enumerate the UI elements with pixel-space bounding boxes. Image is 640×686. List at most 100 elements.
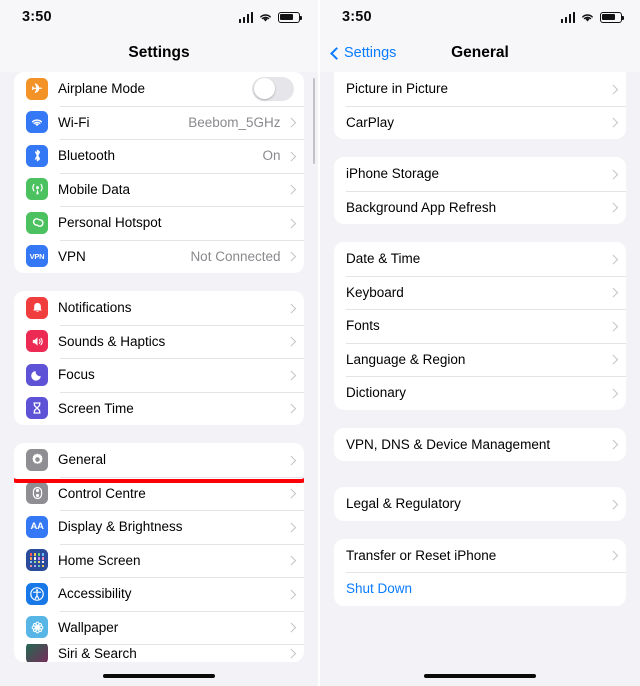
chevron-right-icon xyxy=(608,321,618,331)
accessibility-icon xyxy=(26,582,48,605)
settings-row-dictionary[interactable]: Dictionary xyxy=(334,376,626,410)
chevron-right-icon xyxy=(286,303,296,313)
settings-row-control-centre[interactable]: Control Centre xyxy=(14,476,304,511)
row-label: Mobile Data xyxy=(58,181,131,197)
chevron-right-icon xyxy=(286,184,296,194)
row-label: Bluetooth xyxy=(58,148,116,164)
chevron-right-icon xyxy=(286,370,296,380)
row-value: On xyxy=(262,148,281,164)
row-label: Background App Refresh xyxy=(346,199,497,215)
settings-row-bluetooth[interactable]: Bluetooth On xyxy=(14,139,304,173)
sounds-speaker-icon xyxy=(26,330,48,353)
chevron-right-icon xyxy=(286,622,296,632)
row-label: Wallpaper xyxy=(58,619,119,635)
chevron-right-icon xyxy=(286,151,296,161)
group-system: General Control Centre AA Display & Brig… xyxy=(14,443,304,662)
settings-row-date-time[interactable]: Date & Time xyxy=(334,242,626,276)
notifications-bell-icon xyxy=(26,296,48,319)
settings-row-transfer-or-reset-iphone[interactable]: Transfer or Reset iPhone xyxy=(334,539,626,573)
settings-row-personal-hotspot[interactable]: Personal Hotspot xyxy=(14,206,304,240)
nav-bar-right: Settings General xyxy=(320,34,640,72)
status-time: 3:50 xyxy=(342,9,372,25)
group-vpn-management: VPN, DNS & Device Management xyxy=(334,427,626,462)
bluetooth-icon xyxy=(26,144,48,167)
back-button[interactable]: Settings xyxy=(330,45,396,61)
row-label: Notifications xyxy=(58,300,132,316)
screen-time-hourglass-icon xyxy=(26,397,48,420)
settings-row-home-screen[interactable]: Home Screen xyxy=(14,543,304,578)
settings-row-iphone-storage[interactable]: iPhone Storage xyxy=(334,157,626,191)
chevron-right-icon xyxy=(608,439,618,449)
row-label: Accessibility xyxy=(58,586,132,602)
group-alerts: Notifications Sounds & Haptics Focus Scr… xyxy=(14,291,304,425)
group-media: Picture in Picture CarPlay xyxy=(334,72,626,139)
group-locale: Date & Time Keyboard Fonts Language & Re… xyxy=(334,242,626,410)
battery-icon xyxy=(600,11,625,23)
page-title: Settings xyxy=(128,44,190,61)
settings-row-language-region[interactable]: Language & Region xyxy=(334,342,626,377)
row-label: Wi-Fi xyxy=(58,114,90,130)
dual-phone-screenshot: 3:50 Settings ✈ Airplane Mode Wi-Fi Beeb… xyxy=(0,0,640,686)
general-list[interactable]: Picture in Picture CarPlay iPhone Storag… xyxy=(320,72,640,686)
settings-row-general[interactable]: General xyxy=(14,443,304,477)
cellular-bars-icon xyxy=(560,11,575,23)
settings-screen: 3:50 Settings ✈ Airplane Mode Wi-Fi Beeb… xyxy=(0,0,320,686)
chevron-right-icon xyxy=(286,522,296,532)
chevron-right-icon xyxy=(608,117,618,127)
scroll-indicator[interactable] xyxy=(312,78,315,164)
control-centre-icon xyxy=(26,482,48,505)
row-label: Transfer or Reset iPhone xyxy=(346,547,497,563)
row-label: VPN, DNS & Device Management xyxy=(346,436,551,452)
chevron-right-icon xyxy=(608,499,618,509)
group-reset: Transfer or Reset iPhone Shut Down xyxy=(334,538,626,606)
wifi-icon xyxy=(26,111,48,134)
settings-row-picture-in-picture[interactable]: Picture in Picture xyxy=(334,72,626,106)
settings-row-carplay[interactable]: CarPlay xyxy=(334,105,626,140)
settings-row-siri-search[interactable]: Siri & Search xyxy=(14,644,304,662)
chevron-right-icon xyxy=(608,388,618,398)
settings-row-keyboard[interactable]: Keyboard xyxy=(334,275,626,310)
chevron-right-icon xyxy=(286,403,296,413)
settings-row-display-brightness[interactable]: AA Display & Brightness xyxy=(14,510,304,544)
group-legal: Legal & Regulatory xyxy=(334,487,626,521)
settings-row-vpn-dns-device-management[interactable]: VPN, DNS & Device Management xyxy=(334,428,626,462)
settings-row-shut-down[interactable]: Shut Down xyxy=(334,572,626,606)
status-indicators xyxy=(560,11,625,23)
settings-row-mobile-data[interactable]: Mobile Data xyxy=(14,172,304,207)
row-label: Picture in Picture xyxy=(346,81,449,97)
settings-row-focus[interactable]: Focus xyxy=(14,358,304,392)
gear-icon xyxy=(26,448,48,471)
siri-icon xyxy=(26,644,48,662)
row-label: Airplane Mode xyxy=(58,81,146,97)
row-label: Siri & Search xyxy=(58,645,137,661)
status-indicators xyxy=(238,11,303,23)
chevron-right-icon xyxy=(608,550,618,560)
chevron-right-icon xyxy=(286,336,296,346)
settings-row-notifications[interactable]: Notifications xyxy=(14,291,304,325)
settings-row-accessibility[interactable]: Accessibility xyxy=(14,577,304,611)
row-label: General xyxy=(58,452,107,468)
row-label: VPN xyxy=(58,248,86,264)
row-label: Shut Down xyxy=(346,581,413,597)
settings-row-legal-regulatory[interactable]: Legal & Regulatory xyxy=(334,487,626,521)
chevron-right-icon xyxy=(286,589,296,599)
settings-row-background-app-refresh[interactable]: Background App Refresh xyxy=(334,190,626,225)
settings-row-fonts[interactable]: Fonts xyxy=(334,309,626,343)
settings-list[interactable]: ✈ Airplane Mode Wi-Fi Beebom_5GHz Blueto… xyxy=(0,72,318,686)
settings-row-sounds-haptics[interactable]: Sounds & Haptics xyxy=(14,324,304,359)
chevron-right-icon xyxy=(608,287,618,297)
settings-row-airplane-mode[interactable]: ✈ Airplane Mode xyxy=(14,72,304,106)
settings-row-screen-time[interactable]: Screen Time xyxy=(14,391,304,426)
chevron-right-icon xyxy=(608,84,618,94)
focus-moon-icon xyxy=(26,363,48,386)
chevron-right-icon xyxy=(608,254,618,264)
row-label: iPhone Storage xyxy=(346,166,440,182)
airplane-mode-toggle[interactable] xyxy=(252,76,294,101)
wifi-icon xyxy=(582,13,593,21)
chevron-right-icon xyxy=(286,117,296,127)
settings-row-wifi[interactable]: Wi-Fi Beebom_5GHz xyxy=(14,105,304,140)
settings-row-vpn[interactable]: VPN VPN Not Connected xyxy=(14,239,304,274)
settings-row-wallpaper[interactable]: Wallpaper xyxy=(14,610,304,645)
row-label: Fonts xyxy=(346,318,380,334)
wallpaper-icon xyxy=(26,616,48,639)
